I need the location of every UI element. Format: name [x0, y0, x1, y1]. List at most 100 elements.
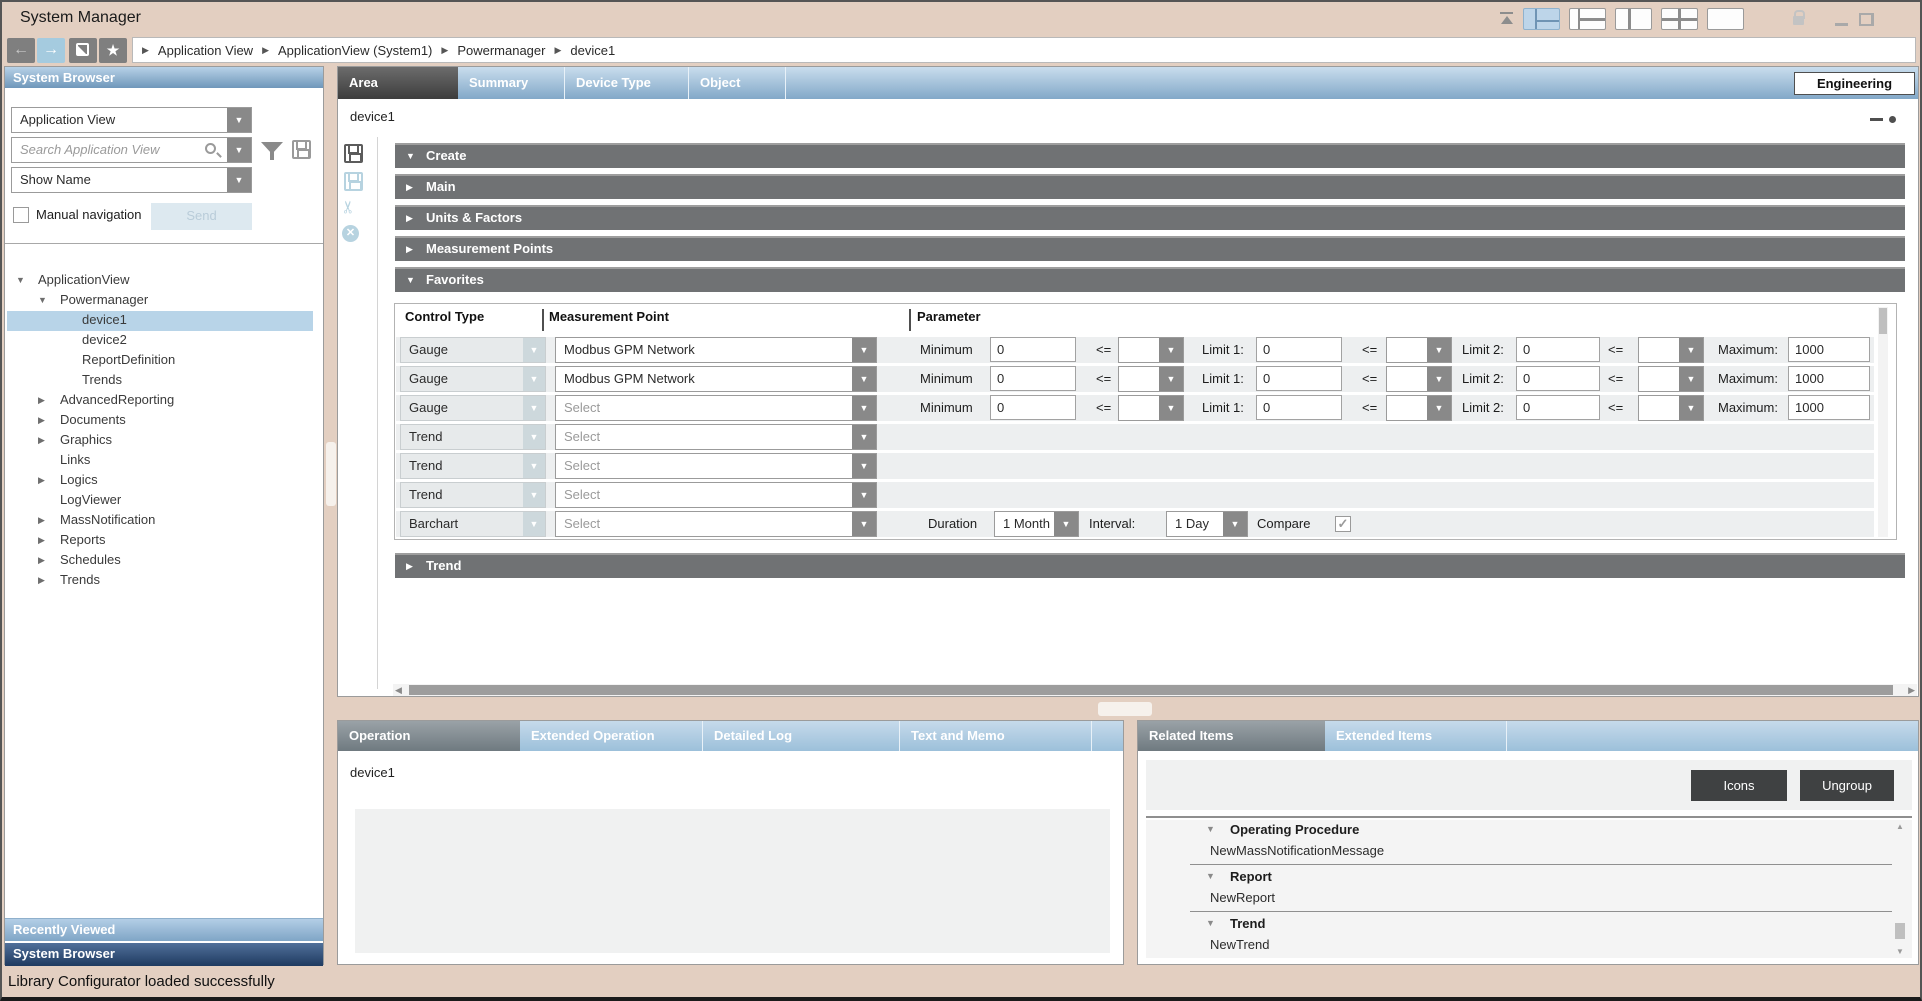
send-button[interactable]: Send [151, 203, 252, 230]
limit1-input[interactable]: 0 [1256, 366, 1342, 391]
view-selector-dropdown[interactable]: Application View ▼ [11, 107, 252, 133]
tree-item-schedules[interactable]: ▶Schedules [7, 551, 313, 571]
tab-text-and-memo[interactable]: Text and Memo [900, 721, 1092, 751]
tree-collapsed-icon[interactable]: ▶ [38, 435, 45, 446]
dropdown-arrow-icon[interactable]: ▼ [852, 396, 876, 420]
tree-collapsed-icon[interactable]: ▶ [38, 555, 45, 566]
limit1-operator-dropdown[interactable]: ▼ [1386, 337, 1452, 363]
favorites-button[interactable]: ★ [99, 38, 127, 63]
tree-collapsed-icon[interactable]: ▶ [38, 515, 45, 526]
maximum-input[interactable]: 1000 [1788, 395, 1870, 420]
layout-quad-button[interactable] [1661, 8, 1698, 30]
related-group-report[interactable]: ▼Report [1146, 867, 1912, 888]
tree-item-trends[interactable]: Trends [7, 371, 313, 391]
tree-expanded-icon[interactable]: ▼ [1206, 871, 1215, 881]
tree-expanded-icon[interactable]: ▼ [16, 275, 25, 285]
maximum-input[interactable]: 1000 [1788, 337, 1870, 362]
breadcrumb-item[interactable]: device1 [570, 43, 615, 58]
measurement-point-dropdown[interactable]: Select▼ [555, 482, 877, 508]
limit2-operator-dropdown[interactable]: ▼ [1638, 395, 1704, 421]
tree-collapsed-icon[interactable]: ▶ [38, 415, 45, 426]
forward-button[interactable]: → [37, 38, 65, 63]
tree-item-device2[interactable]: device2 [7, 331, 313, 351]
icons-button[interactable]: Icons [1691, 770, 1787, 801]
related-item[interactable]: NewTrend [1146, 935, 1912, 956]
filter-funnel-icon[interactable] [261, 142, 283, 154]
layout-single-button[interactable] [1707, 8, 1744, 30]
tab-extended-items[interactable]: Extended Items [1325, 721, 1507, 751]
limit1-input[interactable]: 0 [1256, 395, 1342, 420]
dropdown-arrow-icon[interactable]: ▼ [852, 425, 876, 449]
limit2-operator-dropdown[interactable]: ▼ [1638, 337, 1704, 363]
scroll-up-icon[interactable]: ▲ [1896, 822, 1904, 831]
related-group-operating-procedure[interactable]: ▼Operating Procedure [1146, 820, 1912, 841]
dropdown-arrow-icon[interactable]: ▼ [523, 454, 545, 478]
dropdown-arrow-icon[interactable]: ▼ [227, 168, 251, 192]
tab-object-configurator[interactable]: Object Configurator [688, 67, 786, 99]
lock-icon[interactable] [1793, 16, 1804, 25]
tree-item-advancedreporting[interactable]: ▶AdvancedReporting [7, 391, 313, 411]
dropdown-arrow-icon[interactable]: ▼ [1679, 396, 1703, 420]
tab-operation[interactable]: Operation [338, 721, 520, 751]
minimum-input[interactable]: 0 [990, 366, 1076, 391]
limit1-input[interactable]: 0 [1256, 337, 1342, 362]
measurement-point-dropdown[interactable]: Select▼ [555, 453, 877, 479]
measurement-point-dropdown[interactable]: Modbus GPM Network▼ [555, 337, 877, 363]
scroll-down-icon[interactable]: ▼ [1896, 947, 1904, 956]
tree-item-reportdefinition[interactable]: ReportDefinition [7, 351, 313, 371]
tab-detailed-log[interactable]: Detailed Log [703, 721, 900, 751]
related-item[interactable]: NewReport [1146, 888, 1912, 909]
system-browser-bar[interactable]: System Browser [5, 943, 323, 966]
section-create[interactable]: ▼ Create [395, 143, 1905, 168]
manual-navigation-checkbox[interactable] [13, 207, 29, 223]
measurement-point-dropdown[interactable]: Modbus GPM Network▼ [555, 366, 877, 392]
tree-item-logviewer[interactable]: LogViewer [7, 491, 313, 511]
dropdown-arrow-icon[interactable]: ▼ [523, 367, 545, 391]
dropdown-arrow-icon[interactable]: ▼ [1427, 338, 1451, 362]
breadcrumb-item[interactable]: ApplicationView (System1) [278, 43, 432, 58]
tree-item-trends[interactable]: ▶Trends [7, 571, 313, 591]
minimum-input[interactable]: 0 [990, 337, 1076, 362]
dropdown-arrow-icon[interactable]: ▼ [852, 338, 876, 362]
dropdown-arrow-icon[interactable]: ▼ [852, 454, 876, 478]
tree-collapsed-icon[interactable]: ▶ [38, 475, 45, 486]
tab-area[interactable]: Area [338, 67, 458, 99]
ungroup-button[interactable]: Ungroup [1800, 770, 1894, 801]
recently-viewed-bar[interactable]: Recently Viewed [5, 918, 323, 941]
dropdown-arrow-icon[interactable]: ▼ [1427, 367, 1451, 391]
horizontal-scrollbar[interactable]: ◀ ▶ [393, 684, 1917, 696]
control-type-dropdown[interactable]: Trend▼ [400, 482, 546, 508]
related-vertical-scrollbar[interactable]: ▲ ▼ [1894, 821, 1906, 957]
layout-left-strip-button[interactable] [1615, 8, 1652, 30]
tab-extended-operation[interactable]: Extended Operation [520, 721, 703, 751]
search-box[interactable]: Search Application View ▼ [11, 137, 252, 163]
duration-dropdown[interactable]: 1 Month▼ [994, 511, 1079, 537]
tab-device-type-configuration[interactable]: Device Type Configuration [564, 67, 688, 99]
dropdown-arrow-icon[interactable]: ▼ [523, 512, 545, 536]
display-mode-dropdown[interactable]: Show Name ▼ [11, 167, 252, 193]
tab-related-items[interactable]: Related Items [1138, 721, 1325, 751]
dropdown-arrow-icon[interactable]: ▼ [1159, 396, 1183, 420]
history-button[interactable] [69, 38, 97, 63]
tree-item-applicationview[interactable]: ▼ApplicationView [7, 271, 313, 291]
dropdown-arrow-icon[interactable]: ▼ [523, 425, 545, 449]
minimum-operator-dropdown[interactable]: ▼ [1118, 366, 1184, 392]
interval-dropdown[interactable]: 1 Day▼ [1166, 511, 1248, 537]
tree-collapsed-icon[interactable]: ▶ [38, 575, 45, 586]
maximum-input[interactable]: 1000 [1788, 366, 1870, 391]
tree-item-powermanager[interactable]: ▼Powermanager [7, 291, 313, 311]
breadcrumb-item[interactable]: Powermanager [457, 43, 545, 58]
limit1-operator-dropdown[interactable]: ▼ [1386, 366, 1452, 392]
save-icon[interactable] [342, 143, 368, 167]
table-vertical-scrollbar[interactable] [1878, 307, 1888, 537]
table-scrollbar-thumb[interactable] [1879, 308, 1887, 334]
compare-checkbox[interactable]: ✓ [1335, 516, 1351, 532]
save-as-icon[interactable] [342, 171, 368, 195]
scroll-left-icon[interactable]: ◀ [395, 684, 402, 696]
measurement-point-dropdown[interactable]: Select▼ [555, 424, 877, 450]
minimum-input[interactable]: 0 [990, 395, 1076, 420]
scroll-right-icon[interactable]: ▶ [1908, 684, 1915, 696]
tree-item-massnotification[interactable]: ▶MassNotification [7, 511, 313, 531]
dropdown-arrow-icon[interactable]: ▼ [852, 512, 876, 536]
minimum-operator-dropdown[interactable]: ▼ [1118, 337, 1184, 363]
